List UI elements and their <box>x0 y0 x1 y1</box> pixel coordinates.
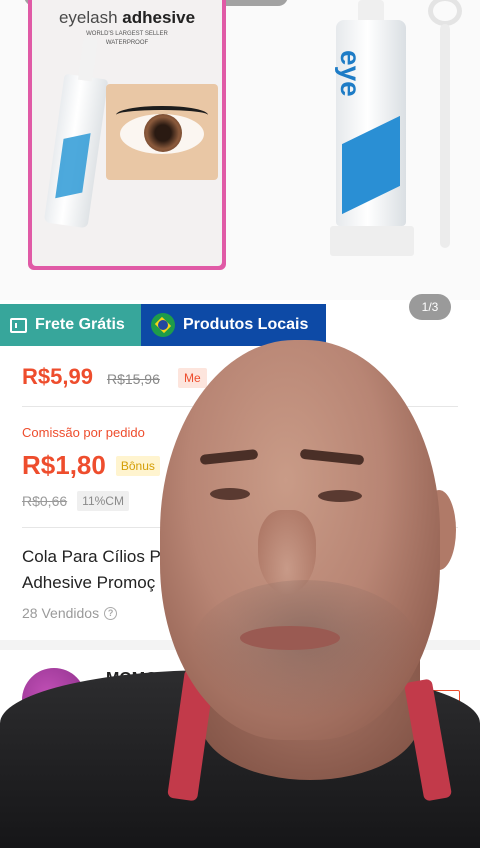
package-inner: eyelash adhesive WORLD'S LARGEST SELLER … <box>32 0 222 266</box>
package-brand: eyelash <box>58 8 118 27</box>
eyelash-adhesive-package: eyelash adhesive WORLD'S LARGEST SELLER … <box>28 0 226 270</box>
package-tagline: WORLD'S LARGEST SELLER WATERPROOF <box>32 30 222 48</box>
truck-icon <box>10 317 27 333</box>
shop-name[interactable]: MOMO <box>106 670 158 688</box>
bonus-badge: Bônus <box>115 455 160 476</box>
tube-logo: eye <box>335 50 366 97</box>
commission-sub-row: R$0,66 11%CM <box>22 491 129 511</box>
presenter-eye-right <box>318 490 362 502</box>
product-image-carousel[interactable]: eyelash adhesive WORLD'S LARGEST SELLER … <box>0 0 480 300</box>
product-title-line-1: Cola Para Cílios P <box>22 547 161 566</box>
presenter-ear <box>422 490 456 570</box>
package-brand-bold: adhesive <box>122 8 196 27</box>
package-title: eyelash adhesive <box>32 8 222 28</box>
current-price: R$5,99 <box>22 364 93 389</box>
commission-label: Comissão por pedido <box>22 425 145 440</box>
lash-applicator <box>428 0 462 250</box>
product-badges: Frete Grátis Produtos Locais <box>0 304 326 346</box>
local-products-label: Produtos Locais <box>183 316 309 333</box>
commission-sub-price: R$0,66 <box>22 493 68 509</box>
free-shipping-label: Frete Grátis <box>35 316 125 333</box>
original-price: R$15,96 <box>106 371 160 387</box>
section-gap <box>0 640 480 650</box>
presenter-brow-left <box>199 448 259 466</box>
price-row: R$5,99 R$15,96 <box>22 364 160 390</box>
product-title[interactable]: Cola Para Cílios P Adhesive Promoç <box>22 544 422 596</box>
glue-tube-large: eye <box>330 0 414 258</box>
glue-tube-small <box>43 73 109 229</box>
presenter-head <box>160 340 440 740</box>
commission-row: R$1,80 Bônus <box>22 450 160 481</box>
presenter-eye-left <box>210 488 250 500</box>
presenter-brow-right <box>299 448 365 466</box>
eye-photo <box>106 84 218 180</box>
shirt-collar-left <box>167 668 215 802</box>
commission-value: R$1,80 <box>22 450 106 480</box>
divider <box>22 406 458 407</box>
shop-avatar[interactable] <box>22 668 86 732</box>
brazil-flag-icon <box>151 313 175 337</box>
follow-shop-button[interactable]: ar <box>398 690 460 718</box>
cm-badge: 11%CM <box>77 491 129 511</box>
package-tagline-1: WORLD'S LARGEST SELLER <box>86 31 168 37</box>
sold-count: 28 Vendidos <box>22 605 100 621</box>
price-tag: Me <box>178 368 207 388</box>
package-tagline-2: WATERPROOF <box>105 40 149 46</box>
image-page-indicator: 1/3 <box>409 294 451 320</box>
info-icon[interactable]: ? <box>104 606 118 620</box>
presenter-stubble <box>190 580 420 720</box>
divider <box>22 527 458 528</box>
local-products-badge: Produtos Locais <box>141 304 326 346</box>
free-shipping-badge: Frete Grátis <box>0 304 141 346</box>
product-title-line-2: Adhesive Promoç <box>22 573 156 592</box>
presenter-neck <box>200 660 420 780</box>
sold-count-row: 28 Vendidos ? <box>22 605 118 621</box>
